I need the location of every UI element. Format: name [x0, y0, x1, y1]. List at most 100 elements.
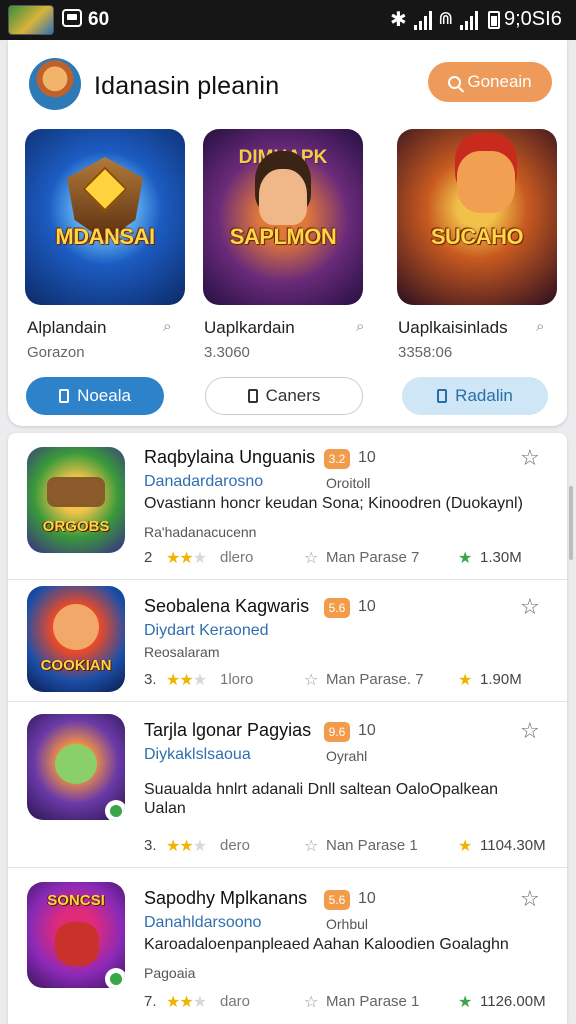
app-count: 3.	[144, 671, 157, 688]
featured-app-image[interactable]: MDANSAI	[25, 129, 185, 305]
verified-icon	[105, 800, 125, 820]
featured-app-1[interactable]: MDANSAI	[25, 129, 185, 305]
rating-label: dlero	[220, 549, 254, 566]
primary-action-button[interactable]: Noeala	[26, 377, 164, 415]
rating-label: 1loro	[220, 671, 254, 688]
rating-stars: ★★★	[166, 838, 207, 855]
app-title[interactable]: Tarjla lgonar Pagyias	[144, 720, 311, 741]
featured-app-name[interactable]: Alplandain	[27, 318, 106, 338]
chest-icon	[47, 477, 105, 507]
app-developer[interactable]: Danahldarsoono	[144, 914, 261, 932]
app-icon[interactable]: COOKIAN	[27, 586, 125, 692]
app-title[interactable]: Raqbylaina Unguanis	[144, 447, 315, 468]
app-version: 10	[358, 449, 376, 466]
featured-app-3[interactable]: SUCAHO	[397, 129, 557, 305]
app-title[interactable]: Sapodhy Mplkanans	[144, 888, 307, 909]
trash-icon	[437, 389, 448, 403]
primary-action-label: Noeala	[77, 386, 131, 405]
app-note: Reosalaram	[144, 644, 220, 660]
app-icon[interactable]: SONCSI	[27, 882, 125, 988]
app-size: 1.30M	[480, 549, 522, 566]
app-count: 7.	[144, 993, 157, 1010]
page-title: Idanasin pleanin	[94, 72, 280, 100]
app-meta: Nan Parase 1	[326, 837, 418, 854]
list-item[interactable]: COOKIAN Seobalena Kagwaris 5.6 10 ☆ Diyd…	[8, 580, 567, 702]
app-developer[interactable]: Danadardarosno	[144, 473, 263, 491]
version-badge: 5.6	[324, 890, 350, 910]
character-icon	[53, 604, 99, 650]
app-icon-text: COOKIAN	[40, 657, 112, 674]
featured-app-image[interactable]: SUCAHO	[397, 129, 557, 305]
featured-logo-text: SAPLMON	[229, 224, 337, 249]
rating-label: dero	[220, 837, 251, 854]
app-developer[interactable]: Diykaklslsaoua	[144, 746, 251, 764]
app-category: Oyrahl	[326, 748, 368, 764]
app-list: ORGOBS Raqbylaina Unguanis 3.2 10 ☆ Dana…	[8, 433, 567, 1024]
lookup-icon[interactable]: ⌕	[536, 318, 544, 335]
app-note: Ra'hadanacucenn	[144, 524, 257, 540]
status-left-text: 60	[88, 9, 110, 30]
tertiary-action-button[interactable]: Radalin	[402, 377, 548, 415]
featured-top-text: DIMUAPK	[238, 147, 328, 168]
list-item[interactable]: ORGOBS Raqbylaina Unguanis 3.2 10 ☆ Dana…	[8, 433, 567, 580]
search-icon	[448, 75, 462, 89]
rating-stars: ★★★	[166, 550, 207, 567]
app-description: Karoadaloenpanpleaed Aahan Kaloodien Goa…	[144, 936, 509, 953]
featured-logo-text: MDANSAI	[55, 224, 155, 249]
size-star-icon: ★	[458, 838, 473, 855]
favorite-star-icon[interactable]: ☆	[520, 718, 540, 744]
list-item[interactable]: Tarjla lgonar Pagyias 9.6 10 ☆ Diykaklsl…	[8, 702, 567, 868]
app-count: 3.	[144, 837, 157, 854]
rating-stars: ★★★	[166, 994, 207, 1011]
save-icon	[59, 389, 70, 403]
character-icon	[55, 922, 99, 966]
app-note: Pagoaia	[144, 965, 196, 981]
favorite-star-icon[interactable]: ☆	[520, 445, 540, 471]
favorite-star-icon[interactable]: ☆	[520, 886, 540, 912]
app-developer[interactable]: Diydart Keraoned	[144, 622, 269, 640]
secondary-action-button[interactable]: Caners	[205, 377, 363, 415]
app-size: 1126.00M	[480, 993, 546, 1010]
app-count: 2	[144, 549, 153, 566]
version-badge: 9.6	[324, 722, 350, 742]
star-outline-icon: ☆	[304, 838, 319, 855]
app-description: Suaualda hnlrt adanali Dnll saltean Oalo…	[144, 781, 499, 817]
app-version: 10	[358, 598, 376, 615]
app-icon-text: ORGOBS	[42, 518, 110, 535]
rating-stars: ★★★	[166, 672, 207, 689]
featured-app-sub: 3358:06	[398, 344, 453, 361]
app-description: Ovastiann honcr keudan Sona; Kinoodren (…	[144, 495, 523, 512]
app-meta: Man Parase. 7	[326, 671, 424, 688]
app-meta: Man Parase 7	[326, 549, 420, 566]
character-icon	[259, 169, 307, 225]
featured-app-name[interactable]: Uaplkaisinlads	[398, 318, 508, 338]
star-outline-icon: ☆	[304, 672, 319, 689]
search-button[interactable]: Goneain	[428, 62, 552, 102]
featured-app-image[interactable]: DIMUAPK SAPLMON	[203, 129, 363, 305]
lookup-icon[interactable]: ⌕	[163, 318, 171, 335]
app-icon[interactable]: ORGOBS	[27, 447, 125, 553]
signal-icon	[414, 10, 434, 30]
star-outline-icon: ☆	[304, 994, 319, 1011]
rating-label: daro	[220, 993, 251, 1010]
app-icon[interactable]	[27, 714, 125, 820]
lookup-icon[interactable]: ⌕	[356, 318, 364, 335]
version-badge: 3.2	[324, 449, 350, 469]
size-star-icon: ★	[458, 994, 473, 1011]
featured-app-name[interactable]: Uaplkardain	[204, 318, 295, 338]
avatar[interactable]	[29, 58, 81, 110]
search-button-label: Goneain	[467, 72, 532, 91]
featured-app-2[interactable]: DIMUAPK SAPLMON	[203, 129, 363, 305]
version-badge: 5.6	[324, 598, 350, 618]
app-category: Orhbul	[326, 916, 369, 932]
app-title[interactable]: Seobalena Kagwaris	[144, 596, 309, 617]
status-time: 9;0SI6	[504, 8, 562, 30]
app-meta: Man Parase 1	[326, 993, 420, 1010]
star-outline-icon: ☆	[304, 550, 319, 567]
list-item[interactable]: SONCSI Sapodhy Mplkanans 5.6 10 ☆ Danahl…	[8, 868, 567, 1024]
scrollbar[interactable]	[569, 486, 573, 560]
clip-icon	[247, 389, 258, 403]
app-category: Oroitoll	[326, 475, 371, 491]
favorite-star-icon[interactable]: ☆	[520, 594, 540, 620]
featured-app-sub: 3.3060	[204, 344, 250, 361]
